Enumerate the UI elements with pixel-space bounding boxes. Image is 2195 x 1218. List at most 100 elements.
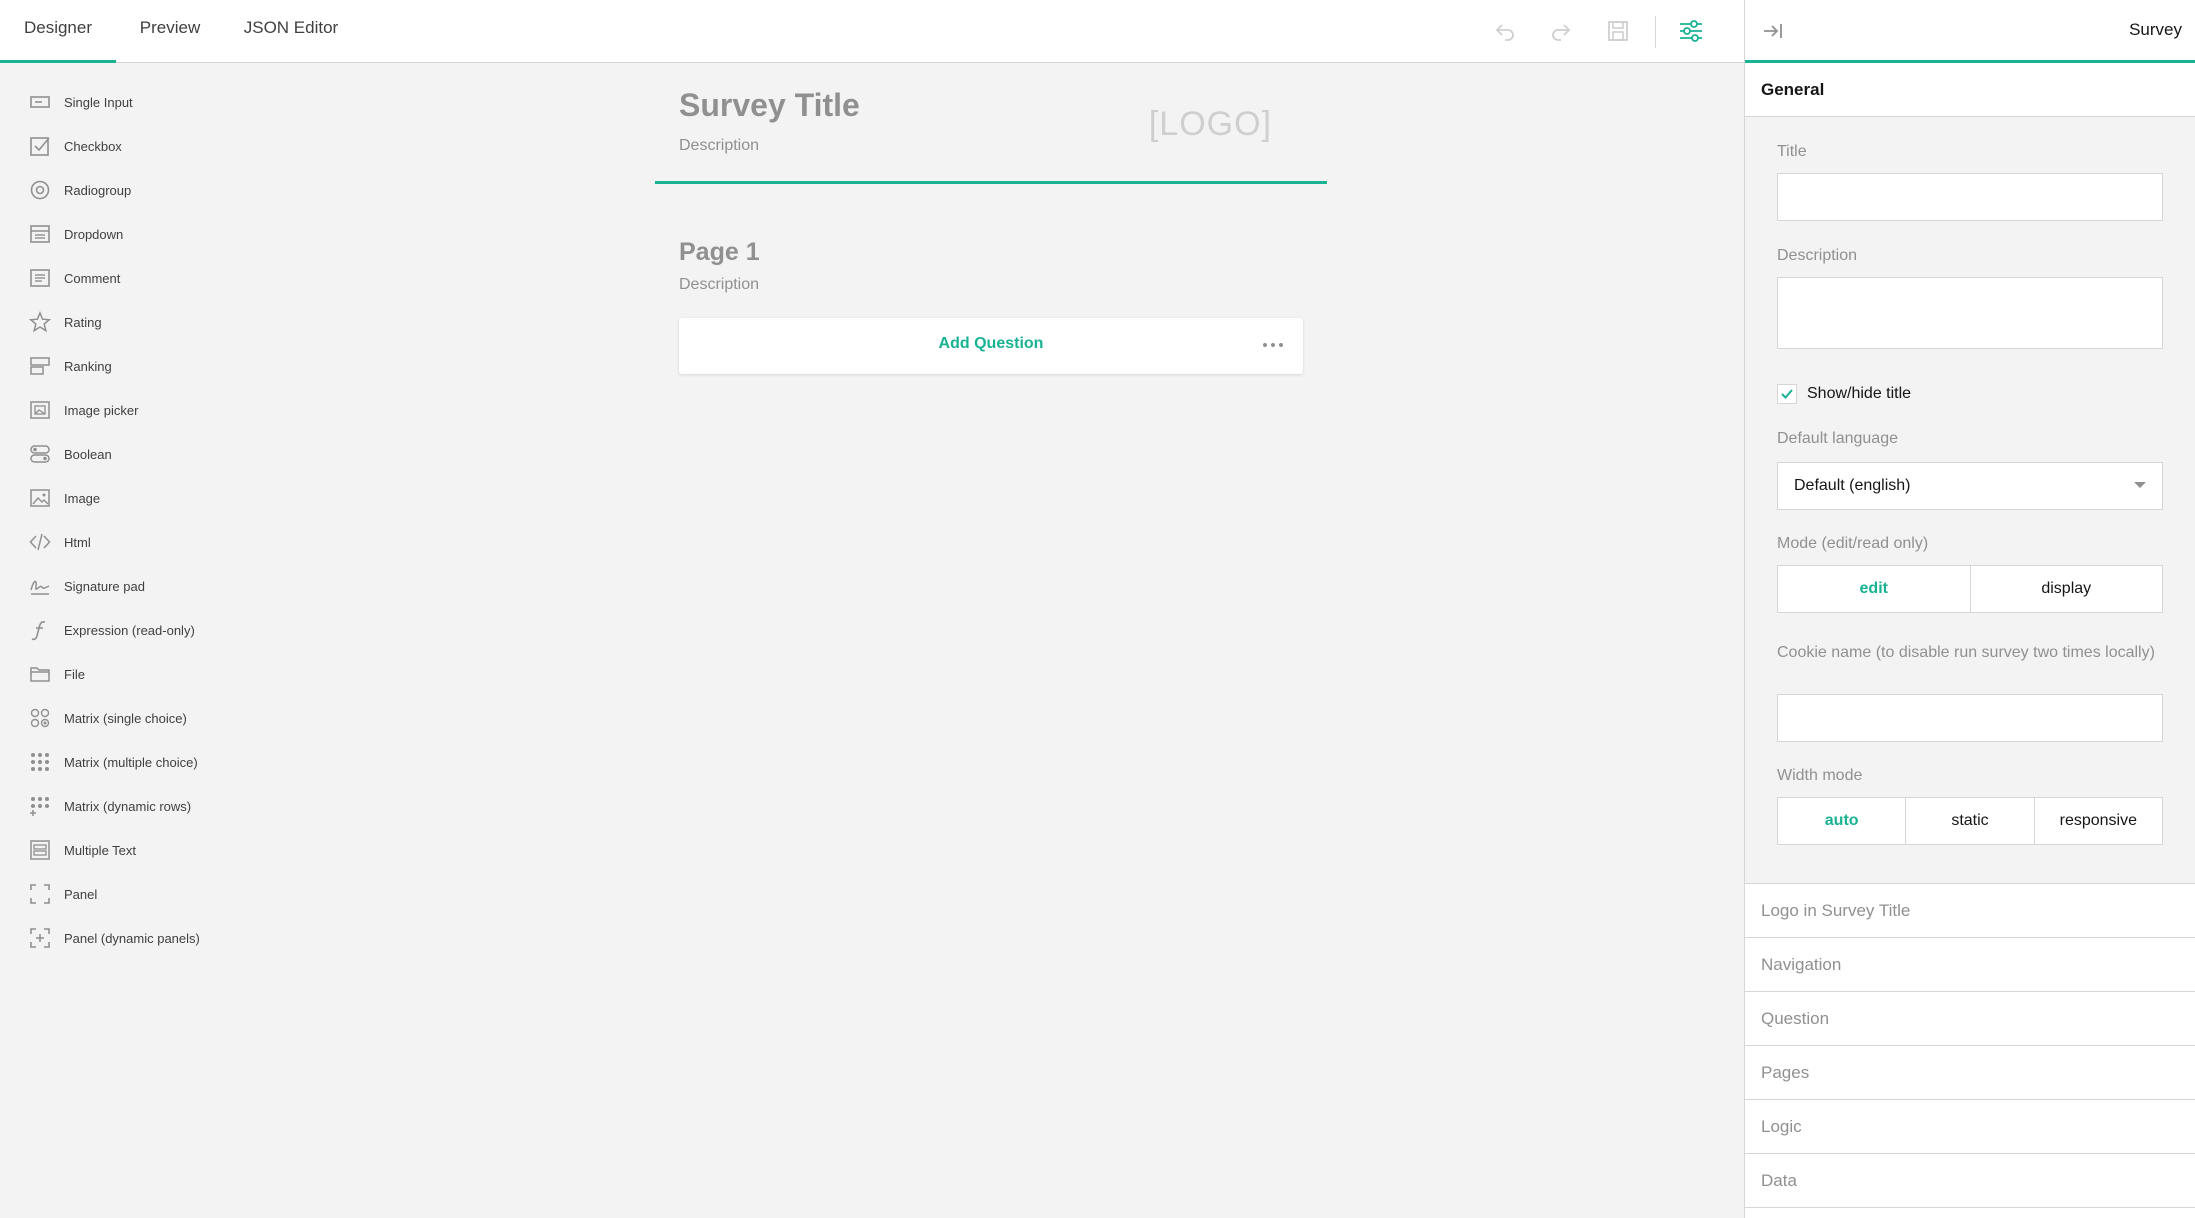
show-title-checkbox-row[interactable]: Show/hide title <box>1777 382 1911 406</box>
selected-object-name: Survey <box>2129 20 2182 39</box>
title-input[interactable] <box>1777 173 2163 221</box>
default-language-select[interactable]: Default (english) <box>1777 462 2163 510</box>
logo-placeholder[interactable]: [LOGO] <box>1149 105 1272 144</box>
matrix-single-icon <box>28 706 52 730</box>
section-pages[interactable]: Pages <box>1745 1046 2195 1100</box>
save-icon[interactable] <box>1601 14 1635 48</box>
mode-label: Mode (edit/read only) <box>1777 535 1929 552</box>
undo-icon[interactable] <box>1488 14 1522 48</box>
signature-icon <box>28 574 52 598</box>
toolbox-item-boolean[interactable]: Boolean <box>28 436 268 472</box>
toolbox-item-matrix-multiple[interactable]: Matrix (multiple choice) <box>28 744 268 780</box>
radiogroup-icon <box>28 178 52 202</box>
survey-description[interactable]: Description <box>679 137 759 155</box>
toolbox-item-panel-dynamic[interactable]: Panel (dynamic panels) <box>28 920 268 956</box>
section-navigation[interactable]: Navigation <box>1745 938 2195 992</box>
toolbar-divider <box>1655 16 1656 48</box>
cookie-name-label: Cookie name (to disable run survey two t… <box>1777 644 2155 661</box>
toolbox-item-rating[interactable]: Rating <box>28 304 268 340</box>
image-picker-icon <box>28 398 52 422</box>
description-textarea[interactable] <box>1777 277 2163 349</box>
toolbox-item-label: Panel <box>64 886 98 902</box>
checkmark-icon <box>1781 389 1793 399</box>
folder-icon <box>28 662 52 686</box>
default-language-value: Default (english) <box>1794 477 1911 494</box>
toolbox-item-label: Rating <box>64 314 102 330</box>
show-title-checkbox[interactable] <box>1777 384 1797 404</box>
expression-icon <box>28 618 52 642</box>
toolbox-item-single-input[interactable]: Single Input <box>28 84 268 120</box>
width-mode-auto-button[interactable]: auto <box>1778 798 1907 844</box>
toolbox-item-label: Html <box>64 534 91 550</box>
toolbox-item-label: Image picker <box>64 402 139 418</box>
toolbox-item-image[interactable]: Image <box>28 480 268 516</box>
toolbox-item-label: Dropdown <box>64 226 124 242</box>
settings-icon[interactable] <box>1674 14 1708 48</box>
toolbox-item-signature-pad[interactable]: Signature pad <box>28 568 268 604</box>
more-options-icon[interactable] <box>1259 331 1287 359</box>
survey-title[interactable]: Survey Title <box>679 87 860 124</box>
redo-icon[interactable] <box>1544 14 1578 48</box>
toolbox-item-image-picker[interactable]: Image picker <box>28 392 268 428</box>
section-logo-in-survey-title[interactable]: Logo in Survey Title <box>1745 884 2195 938</box>
toolbox-item-label: Ranking <box>64 358 112 374</box>
width-mode-button-group: auto static responsive <box>1777 797 2163 845</box>
add-question-button[interactable]: Add Question <box>679 335 1303 353</box>
add-question-bar: Add Question <box>679 318 1303 374</box>
toolbox-item-matrix-dynamic[interactable]: Matrix (dynamic rows) <box>28 788 268 824</box>
page-description[interactable]: Description <box>679 276 759 294</box>
tab-preview[interactable]: Preview <box>130 0 210 63</box>
toolbox-item-file[interactable]: File <box>28 656 268 692</box>
toolbox-item-panel[interactable]: Panel <box>28 876 268 912</box>
chevron-down-icon <box>2134 482 2146 488</box>
section-data[interactable]: Data <box>1745 1154 2195 1208</box>
toolbox-item-label: File <box>64 666 85 682</box>
property-panel: Survey General Title Description Show/hi… <box>1744 0 2195 1218</box>
toolbox-item-multiple-text[interactable]: Multiple Text <box>28 832 268 868</box>
section-question[interactable]: Question <box>1745 992 2195 1046</box>
panel-dynamic-icon <box>28 926 52 950</box>
toolbox-item-dropdown[interactable]: Dropdown <box>28 216 268 252</box>
toolbox-item-checkbox[interactable]: Checkbox <box>28 128 268 164</box>
section-logic[interactable]: Logic <box>1745 1100 2195 1154</box>
title-label: Title <box>1777 143 1807 160</box>
tab-json-editor[interactable]: JSON Editor <box>236 0 346 63</box>
dropdown-icon <box>28 222 52 246</box>
mode-edit-button[interactable]: edit <box>1778 566 1971 612</box>
toolbox-item-label: Multiple Text <box>64 842 137 858</box>
property-panel-header: Survey <box>1745 0 2195 63</box>
toolbox-item-expression[interactable]: Expression (read-only) <box>28 612 268 648</box>
description-label: Description <box>1777 247 1858 264</box>
toolbox-item-label: Boolean <box>64 446 112 462</box>
toolbox-item-label: Single Input <box>64 94 133 110</box>
mode-display-button[interactable]: display <box>1971 566 2163 612</box>
image-icon <box>28 486 52 510</box>
ranking-icon <box>28 354 52 378</box>
page-title[interactable]: Page 1 <box>679 238 760 267</box>
html-code-icon <box>28 530 52 554</box>
survey-header: Survey Title Description [LOGO] <box>655 63 1327 184</box>
single-input-icon <box>28 90 52 114</box>
width-mode-responsive-button[interactable]: responsive <box>2035 798 2162 844</box>
toolbox-item-label: Panel (dynamic panels) <box>64 930 200 946</box>
toolbox-item-label: Matrix (multiple choice) <box>64 754 198 770</box>
section-general[interactable]: General <box>1745 63 2195 117</box>
toolbox-item-comment[interactable]: Comment <box>28 260 268 296</box>
rating-star-icon <box>28 310 52 334</box>
top-toolbar: Designer Preview JSON Editor <box>0 0 1744 63</box>
show-title-label: Show/hide title <box>1807 385 1912 402</box>
toolbox-item-html[interactable]: Html <box>28 524 268 560</box>
tab-designer[interactable]: Designer <box>0 0 116 63</box>
toolbox-item-label: Signature pad <box>64 578 145 594</box>
toolbox-item-ranking[interactable]: Ranking <box>28 348 268 384</box>
default-language-label: Default language <box>1777 430 1898 447</box>
checkbox-icon <box>28 134 52 158</box>
toolbox-item-radiogroup[interactable]: Radiogroup <box>28 172 268 208</box>
mode-button-group: edit display <box>1777 565 2163 613</box>
collapse-panel-icon[interactable] <box>1757 15 1789 47</box>
toolbox-item-matrix-single[interactable]: Matrix (single choice) <box>28 700 268 736</box>
multiple-text-icon <box>28 838 52 862</box>
width-mode-static-button[interactable]: static <box>1906 798 2035 844</box>
matrix-multiple-icon <box>28 750 52 774</box>
cookie-name-input[interactable] <box>1777 694 2163 742</box>
